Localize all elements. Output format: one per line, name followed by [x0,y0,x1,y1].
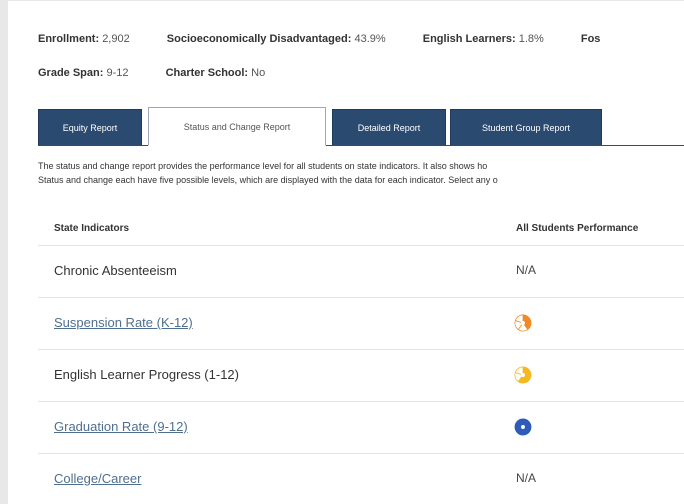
grade-span-stat: Grade Span: 9-12 [38,67,129,79]
state-indicators-table: State Indicators All Students Performanc… [38,211,684,504]
tab-equity-report[interactable]: Equity Report [38,109,142,145]
enrollment-stat: Enrollment: 2,902 [38,33,130,45]
indicator-chronic-absenteeism: Chronic Absenteeism [54,263,177,278]
stat-value: 2,902 [102,33,130,45]
report-tabs: Equity Report Status and Change Report D… [38,107,684,146]
table-row: Graduation Rate (9-12) [38,402,684,454]
stat-label: Socioeconomically Disadvantaged: [166,33,352,45]
gauge-center [521,425,525,429]
description-line: Status and change each have five possibl… [38,175,498,185]
school-meta-row-2: Grade Span: 9-12 Charter School: No [38,67,299,79]
performance-gauge-icon [514,418,532,436]
header-all-students-performance: All Students Performance [516,223,639,234]
stat-label: English Learners: [422,33,516,45]
header-state-indicators: State Indicators [54,223,130,234]
charter-school-stat: Charter School: No [166,67,266,79]
stat-label: Charter School: [165,67,249,79]
stat-value: 9-12 [106,67,129,79]
tab-status-and-change-report[interactable]: Status and Change Report [148,107,326,146]
indicator-graduation-rate-link[interactable]: Graduation Rate (9-12) [54,419,188,434]
indicator-college-career-link[interactable]: College/Career [54,471,141,486]
tab-detailed-report[interactable]: Detailed Report [332,109,446,145]
gauge-center [521,321,525,325]
table-header: State Indicators All Students Performanc… [38,211,684,246]
table-row: Chronic Absenteeism N/A [38,246,684,298]
stat-label: Grade Span: [38,67,104,79]
school-meta-row-1: Enrollment: 2,902 Socioeconomically Disa… [38,33,634,45]
table-row: Suspension Rate (K-12) [38,298,684,350]
indicator-suspension-rate-link[interactable]: Suspension Rate (K-12) [54,315,193,330]
gauge-center [521,373,525,377]
performance-value: N/A [516,471,537,485]
report-description: The status and change report provides th… [38,159,498,187]
stat-label: Enrollment: [38,33,100,45]
indicator-english-learner-progress: English Learner Progress (1-12) [54,367,239,382]
performance-gauge-icon [514,366,532,384]
table-row: College/Career N/A [38,454,684,504]
foster-stat: Fos [581,33,601,45]
stat-value: 1.8% [518,33,544,45]
tab-student-group-report[interactable]: Student Group Report [450,109,602,145]
performance-gauge-icon [514,314,532,332]
stat-value: No [251,67,266,79]
english-learners-stat: English Learners: 1.8% [423,33,544,45]
performance-value: N/A [516,263,537,277]
stat-label: Fos [580,33,601,45]
table-row: English Learner Progress (1-12) [38,350,684,402]
stat-value: 43.9% [354,33,386,45]
description-line: The status and change report provides th… [38,161,488,171]
page-frame: Enrollment: 2,902 Socioeconomically Disa… [0,0,684,504]
socioeconomic-stat: Socioeconomically Disadvantaged: 43.9% [167,33,386,45]
